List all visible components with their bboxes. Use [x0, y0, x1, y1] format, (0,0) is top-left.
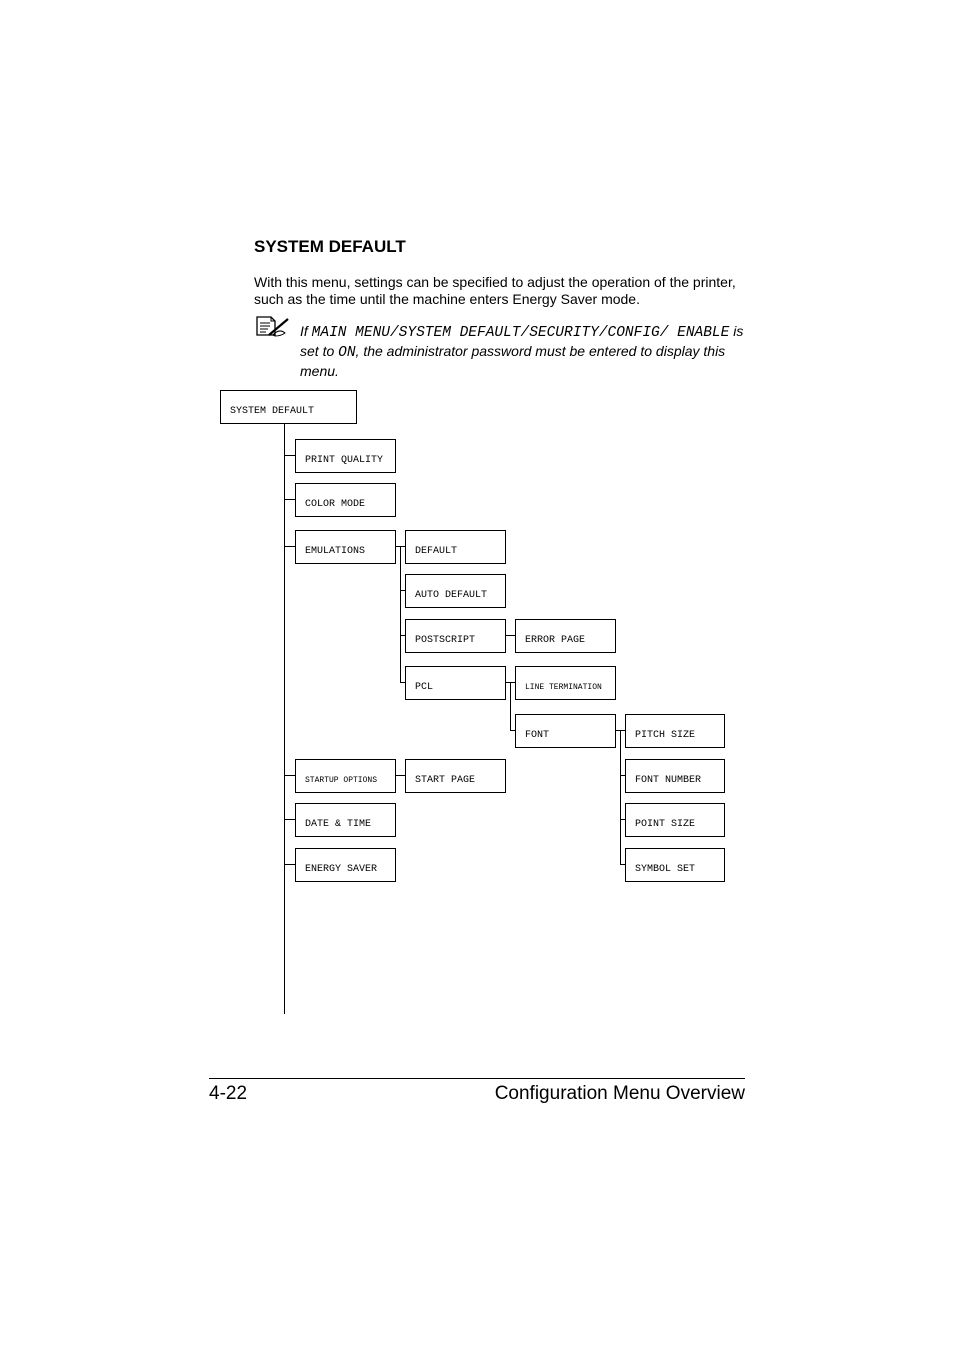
menu-box-error-page: ERROR PAGE	[515, 619, 616, 653]
connector-date-time	[284, 819, 295, 820]
admin-password-note: If MAIN MENU/SYSTEM DEFAULT/SECURITY/CON…	[300, 322, 750, 380]
connector-error-page	[505, 635, 515, 636]
menu-label: ERROR PAGE	[525, 635, 586, 646]
tree-trunk-line	[284, 423, 285, 1014]
menu-box-symbol-set: SYMBOL SET	[625, 848, 725, 882]
menu-label: ENERGY SAVER	[305, 864, 378, 875]
menu-label: EMULATIONS	[305, 546, 366, 557]
menu-box-startup-options: STARTUP OPTIONS	[295, 759, 396, 793]
menu-label: LINE TERMINATION	[525, 683, 602, 692]
menu-label: DATE & TIME	[305, 819, 372, 830]
menu-box-font: FONT	[515, 714, 616, 748]
menu-label: POINT SIZE	[635, 819, 696, 830]
menu-label: DEFAULT	[415, 546, 458, 557]
menu-box-system-default: SYSTEM DEFAULT	[220, 390, 357, 424]
connector-print-quality	[284, 455, 295, 456]
menu-label: AUTO DEFAULT	[415, 590, 488, 601]
menu-box-energy-saver: ENERGY SAVER	[295, 848, 396, 882]
note-pencil-icon	[256, 316, 289, 337]
menu-box-default: DEFAULT	[405, 530, 506, 564]
menu-box-color-mode: COLOR MODE	[295, 483, 396, 517]
menu-box-pitch-size: PITCH SIZE	[625, 714, 725, 748]
emulations-branch-line	[400, 546, 401, 682]
menu-box-postscript: POSTSCRIPT	[405, 619, 506, 653]
menu-label: SYMBOL SET	[635, 864, 696, 875]
section-heading: SYSTEM DEFAULT	[254, 237, 406, 256]
menu-box-point-size: POINT SIZE	[625, 803, 725, 837]
menu-label: FONT	[525, 730, 550, 741]
menu-label: FONT NUMBER	[635, 775, 702, 786]
menu-label: PITCH SIZE	[635, 730, 696, 741]
page-number: 4-22	[209, 1083, 248, 1104]
font-branch-line	[620, 730, 621, 864]
menu-box-font-number: FONT NUMBER	[625, 759, 725, 793]
menu-box-line-termination: LINE TERMINATION	[515, 666, 616, 700]
menu-box-emulations: EMULATIONS	[295, 530, 396, 564]
menu-label: PRINT QUALITY	[305, 455, 384, 466]
menu-label: POSTSCRIPT	[415, 635, 476, 646]
connector-color-mode	[284, 499, 295, 500]
chapter-title: Configuration Menu Overview	[494, 1083, 745, 1104]
menu-box-auto-default: AUTO DEFAULT	[405, 574, 506, 608]
menu-box-date-time: DATE & TIME	[295, 803, 396, 837]
note-menu-path: MAIN MENU/SYSTEM DEFAULT/SECURITY/CONFIG…	[311, 325, 730, 341]
menu-label: STARTUP OPTIONS	[305, 776, 378, 785]
intro-paragraph: With this menu, settings can be specifie…	[254, 274, 736, 307]
footer-divider	[209, 1078, 745, 1079]
menu-box-start-page: START PAGE	[405, 759, 506, 793]
pcl-branch-line	[510, 682, 511, 730]
menu-box-print-quality: PRINT QUALITY	[295, 439, 396, 473]
menu-label: COLOR MODE	[305, 499, 366, 510]
connector-energy-saver	[284, 864, 295, 865]
note-prefix: If	[300, 323, 312, 339]
menu-label: SYSTEM DEFAULT	[230, 406, 315, 417]
connector-start-page	[395, 775, 405, 776]
note-value: ON	[338, 345, 356, 361]
menu-label: START PAGE	[415, 775, 476, 786]
connector-emulations	[284, 546, 295, 547]
connector-startup-options	[284, 775, 295, 776]
note-suffix: , the administrator password must be ent…	[300, 343, 726, 379]
menu-label: PCL	[415, 682, 434, 693]
menu-box-pcl: PCL	[405, 666, 506, 700]
